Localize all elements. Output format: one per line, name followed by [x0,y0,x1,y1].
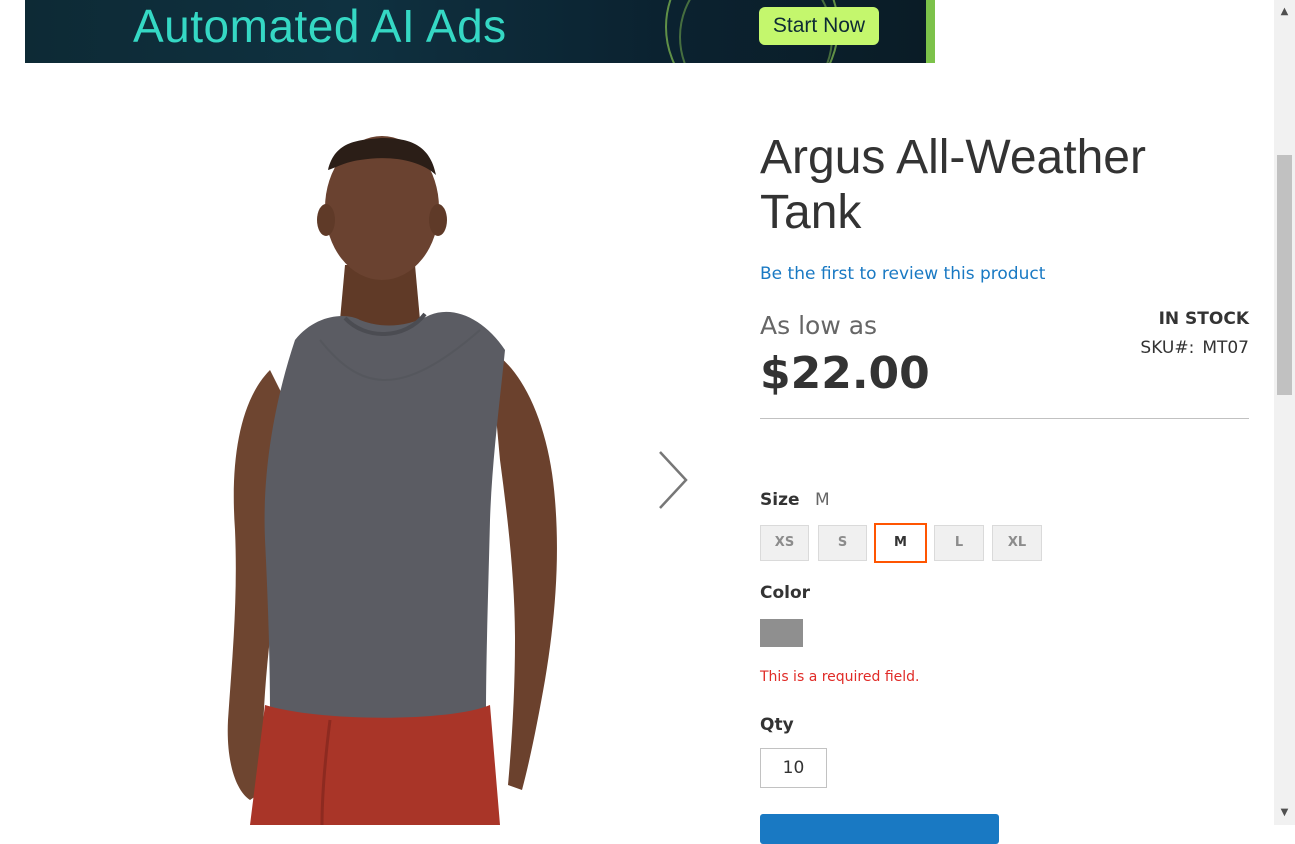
size-label: Size [760,490,800,510]
sku-value: MT07 [1202,338,1249,358]
ad-title: Automated AI Ads [133,0,507,52]
size-option-m[interactable]: M [874,523,927,563]
scroll-down-icon[interactable]: ▼ [1274,803,1295,823]
page-title: Argus All-Weather Tank [760,131,1146,239]
sku-label: SKU#: [1140,338,1195,358]
color-label: Color [760,583,811,603]
stock-status: IN STOCK [1158,309,1249,329]
size-option-xs[interactable]: XS [760,525,809,561]
product-gallery[interactable] [60,100,710,825]
page-scrollbar[interactable]: ▲ ▼ [1274,0,1295,825]
product-price: $22.00 [760,348,930,399]
chevron-right-icon[interactable] [652,448,692,512]
required-field-error: This is a required field. [760,669,920,685]
size-option-s[interactable]: S [818,525,867,561]
scroll-up-icon[interactable]: ▲ [1274,2,1295,22]
scroll-thumb[interactable] [1277,155,1292,395]
size-option-l[interactable]: L [934,525,984,561]
size-option-xl[interactable]: XL [992,525,1042,561]
add-to-cart-button[interactable] [760,814,999,844]
ad-start-button[interactable]: Start Now [759,7,879,45]
review-link[interactable]: Be the first to review this product [760,264,1045,284]
qty-label: Qty [760,715,794,735]
qty-input[interactable] [760,748,827,788]
divider [760,418,1249,419]
price-prefix: As low as [760,311,878,340]
ad-edge [926,0,935,63]
ad-banner[interactable]: Automated AI Ads Start Now [25,0,935,63]
product-photo [227,136,557,825]
product-sku: SKU#: MT07 [1140,338,1249,358]
size-selected-value: M [815,490,830,510]
color-option-gray[interactable] [760,619,803,647]
